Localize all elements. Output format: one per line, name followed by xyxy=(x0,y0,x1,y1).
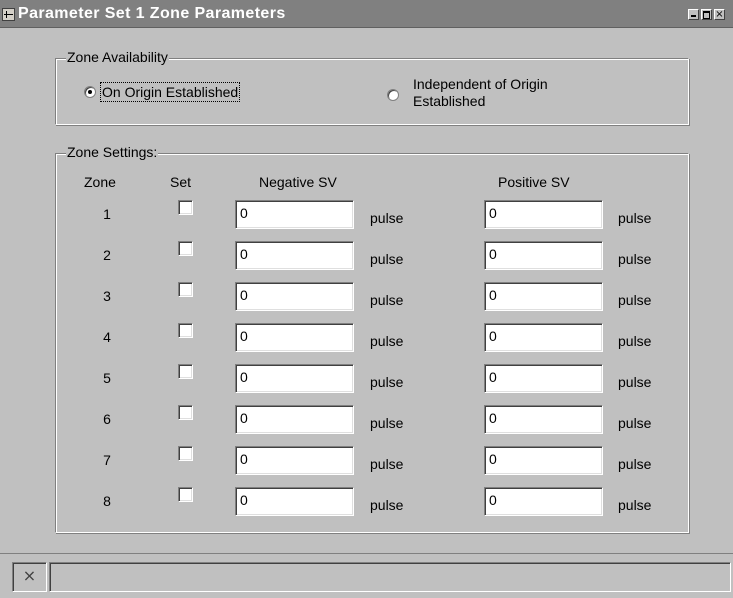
independent-of-origin-label-line1: Independent of Origin xyxy=(413,76,548,92)
set-column-header: Set xyxy=(170,174,192,190)
zone-set-checkbox[interactable] xyxy=(178,446,193,461)
positive-sv-unit: pulse xyxy=(618,292,652,308)
zone-row: 6 0 pulse 0 pulse xyxy=(0,405,733,437)
zone-availability-label: Zone Availability xyxy=(66,49,169,65)
negative-sv-unit: pulse xyxy=(370,456,404,472)
zone-row: 5 0 pulse 0 pulse xyxy=(0,364,733,396)
zone-set-checkbox[interactable] xyxy=(178,487,193,502)
zone-row: 4 0 pulse 0 pulse xyxy=(0,323,733,355)
positive-sv-column-header: Positive SV xyxy=(498,174,570,190)
zone-row: 1 0 pulse 0 pulse xyxy=(0,200,733,232)
positive-sv-input[interactable]: 0 xyxy=(484,405,603,434)
zone-set-checkbox[interactable] xyxy=(178,323,193,338)
zone-row: 7 0 pulse 0 pulse xyxy=(0,446,733,478)
negative-sv-unit: pulse xyxy=(370,415,404,431)
zone-set-checkbox[interactable] xyxy=(178,241,193,256)
zone-set-checkbox[interactable] xyxy=(178,364,193,379)
minimize-button[interactable] xyxy=(688,9,699,20)
zone-number: 8 xyxy=(103,493,111,509)
positive-sv-unit: pulse xyxy=(618,415,652,431)
negative-sv-input[interactable]: 0 xyxy=(235,282,354,311)
title-bar[interactable]: Parameter Set 1 Zone Parameters × xyxy=(0,0,733,28)
window-title: Parameter Set 1 Zone Parameters xyxy=(18,5,286,22)
positive-sv-unit: pulse xyxy=(618,374,652,390)
zone-number: 2 xyxy=(103,247,111,263)
positive-sv-unit: pulse xyxy=(618,497,652,513)
negative-sv-unit: pulse xyxy=(370,333,404,349)
on-origin-established-radio[interactable] xyxy=(84,86,96,98)
zone-number: 5 xyxy=(103,370,111,386)
negative-sv-input[interactable]: 0 xyxy=(235,323,354,352)
negative-sv-input[interactable]: 0 xyxy=(235,487,354,516)
param-set-icon[interactable] xyxy=(2,8,15,21)
maximize-button[interactable] xyxy=(701,9,712,20)
status-field xyxy=(49,562,731,592)
zone-number: 4 xyxy=(103,329,111,345)
positive-sv-input[interactable]: 0 xyxy=(484,241,603,270)
positive-sv-unit: pulse xyxy=(618,456,652,472)
zone-number: 1 xyxy=(103,206,111,222)
zone-settings-label: Zone Settings: xyxy=(66,144,159,160)
negative-sv-input[interactable]: 0 xyxy=(235,241,354,270)
zone-number: 7 xyxy=(103,452,111,468)
zone-set-checkbox[interactable] xyxy=(178,405,193,420)
on-origin-established-label[interactable]: On Origin Established xyxy=(99,82,241,102)
zone-row: 2 0 pulse 0 pulse xyxy=(0,241,733,273)
negative-sv-unit: pulse xyxy=(370,251,404,267)
close-button[interactable]: × xyxy=(714,9,725,20)
negative-sv-input[interactable]: 0 xyxy=(235,446,354,475)
negative-sv-input[interactable]: 0 xyxy=(235,405,354,434)
positive-sv-unit: pulse xyxy=(618,251,652,267)
positive-sv-input[interactable]: 0 xyxy=(484,200,603,229)
positive-sv-input[interactable]: 0 xyxy=(484,446,603,475)
zone-column-header: Zone xyxy=(84,174,116,190)
positive-sv-input[interactable]: 0 xyxy=(484,364,603,393)
independent-of-origin-radio[interactable] xyxy=(387,89,399,101)
positive-sv-input[interactable]: 0 xyxy=(484,487,603,516)
negative-sv-input[interactable]: 0 xyxy=(235,364,354,393)
zone-row: 8 0 pulse 0 pulse xyxy=(0,487,733,519)
positive-sv-unit: pulse xyxy=(618,210,652,226)
zone-number: 3 xyxy=(103,288,111,304)
negative-sv-input[interactable]: 0 xyxy=(235,200,354,229)
independent-of-origin-label-line2: Established xyxy=(413,93,486,109)
positive-sv-input[interactable]: 0 xyxy=(484,323,603,352)
zone-number: 6 xyxy=(103,411,111,427)
negative-sv-unit: pulse xyxy=(370,374,404,390)
negative-sv-unit: pulse xyxy=(370,292,404,308)
independent-of-origin-label[interactable]: Independent of Origin Established xyxy=(413,76,548,110)
zone-set-checkbox[interactable] xyxy=(178,282,193,297)
positive-sv-unit: pulse xyxy=(618,333,652,349)
status-separator xyxy=(0,553,733,554)
close-icon[interactable]: × xyxy=(12,562,47,592)
positive-sv-input[interactable]: 0 xyxy=(484,282,603,311)
negative-sv-unit: pulse xyxy=(370,210,404,226)
negative-sv-unit: pulse xyxy=(370,497,404,513)
zone-set-checkbox[interactable] xyxy=(178,200,193,215)
zone-row: 3 0 pulse 0 pulse xyxy=(0,282,733,314)
zone-parameters-window: Parameter Set 1 Zone Parameters × Zone A… xyxy=(0,0,733,598)
negative-sv-column-header: Negative SV xyxy=(259,174,337,190)
